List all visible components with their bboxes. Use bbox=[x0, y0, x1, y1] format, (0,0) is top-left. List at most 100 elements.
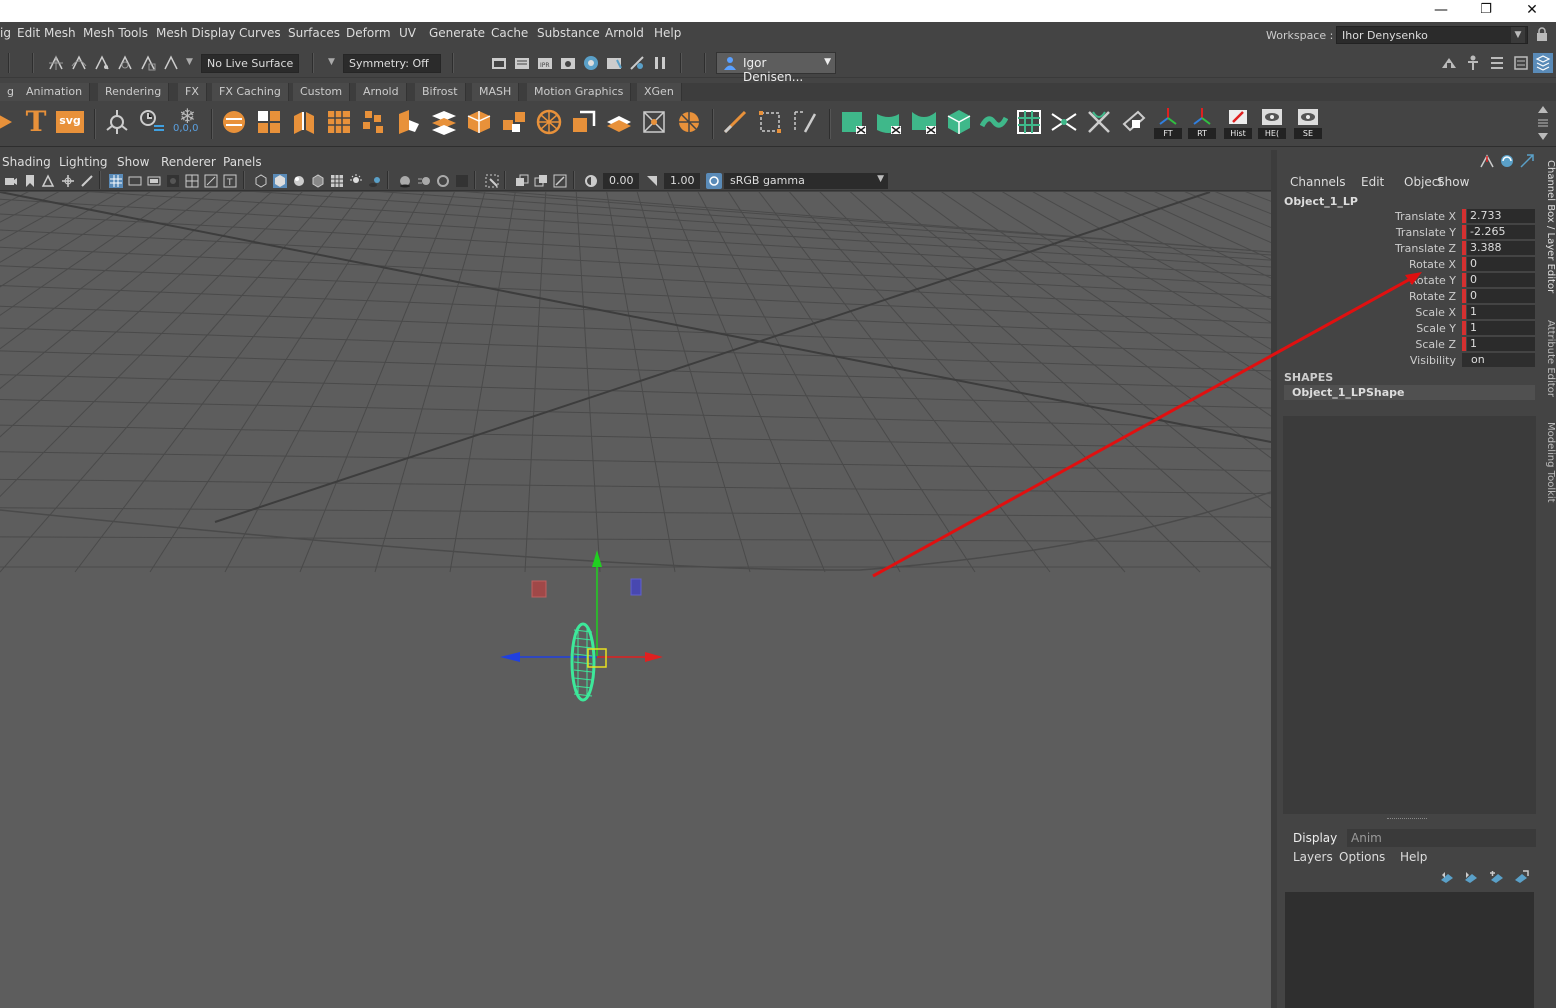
panel-menu-lighting[interactable]: Lighting bbox=[59, 155, 108, 169]
make-live-icon[interactable] bbox=[162, 54, 180, 72]
mash-visibility-icon[interactable] bbox=[465, 108, 493, 136]
menu-deform[interactable]: Deform bbox=[346, 26, 391, 40]
shadows-icon[interactable] bbox=[368, 174, 382, 188]
script-editor-shelf-button[interactable]: SE bbox=[1293, 106, 1323, 140]
attr-row-translate-z[interactable]: Translate Z 3.388 bbox=[1277, 240, 1539, 256]
default-material-icon[interactable] bbox=[292, 174, 306, 188]
menu-cache[interactable]: Cache bbox=[491, 26, 528, 40]
mash-network-icon[interactable] bbox=[103, 108, 131, 136]
wireframe-on-shaded-icon[interactable] bbox=[311, 174, 325, 188]
hypershade-icon[interactable] bbox=[582, 54, 600, 72]
live-surface-field[interactable]: No Live Surface bbox=[201, 54, 299, 73]
attr-row-translate-x[interactable]: Translate X 2.733 bbox=[1277, 208, 1539, 224]
xray-joints-icon[interactable] bbox=[553, 174, 567, 188]
snap-to-curve-icon[interactable] bbox=[70, 54, 88, 72]
mash-offset-icon[interactable] bbox=[290, 108, 318, 136]
cb-menu-channels[interactable]: Channels bbox=[1290, 175, 1346, 189]
float-panel-icon[interactable] bbox=[1519, 153, 1535, 169]
layer-list[interactable] bbox=[1285, 892, 1534, 1008]
modeling-toolkit-toggle-icon[interactable] bbox=[1440, 54, 1458, 72]
show-channel-box-icon[interactable] bbox=[1479, 153, 1495, 169]
menu-mesh-display[interactable]: Mesh Display bbox=[156, 26, 236, 40]
mash-transform-icon[interactable] bbox=[395, 108, 423, 136]
render-current-frame-icon[interactable] bbox=[490, 54, 508, 72]
chevron-down-icon[interactable]: ▼ bbox=[186, 57, 193, 67]
panel-menu-shading[interactable]: Shading bbox=[2, 155, 51, 169]
tab-anim[interactable]: Anim bbox=[1341, 829, 1392, 847]
attr-value-field[interactable]: 0 bbox=[1467, 257, 1535, 271]
new-empty-layer-icon[interactable] bbox=[1489, 870, 1505, 884]
shelf-tab-bifrost[interactable]: Bifrost bbox=[415, 83, 466, 101]
shelf-tab-xgen[interactable]: XGen bbox=[637, 83, 682, 101]
attr-value-field[interactable]: 0 bbox=[1467, 289, 1535, 303]
chevron-down-icon[interactable]: ▼ bbox=[328, 57, 335, 67]
panel-menu-renderer[interactable]: Renderer bbox=[161, 155, 216, 169]
bounding-box-icon[interactable] bbox=[756, 108, 784, 136]
shelf-tab-fx-caching[interactable]: FX Caching bbox=[212, 83, 289, 101]
depth-of-field-icon[interactable] bbox=[455, 174, 469, 188]
motion-blur-icon[interactable] bbox=[417, 174, 431, 188]
camera-attributes-icon[interactable] bbox=[61, 174, 75, 188]
color-management-icon[interactable] bbox=[706, 173, 722, 189]
safe-action-icon[interactable] bbox=[204, 174, 218, 188]
side-tab-modeling-toolkit[interactable]: Modeling Toolkit bbox=[1539, 422, 1556, 503]
shelf-scroll-icon[interactable] bbox=[1536, 103, 1550, 143]
menu-rigging[interactable]: ig bbox=[0, 26, 11, 40]
film-gate-icon[interactable] bbox=[128, 174, 142, 188]
xray-active-components-icon[interactable] bbox=[534, 174, 548, 188]
side-tab-channel-box[interactable]: Channel Box / Layer Editor bbox=[1539, 160, 1556, 293]
close-button[interactable]: ✕ bbox=[1509, 0, 1555, 22]
menu-mesh-tools[interactable]: Mesh Tools bbox=[83, 26, 148, 40]
shelf-tab-custom[interactable]: Custom bbox=[293, 83, 351, 101]
symmetry-field[interactable]: Symmetry: Off bbox=[343, 54, 441, 73]
snap-to-point-icon[interactable] bbox=[93, 54, 111, 72]
shelf-tab-animation[interactable]: Animation bbox=[19, 83, 91, 101]
exposure-field[interactable]: 0.00 bbox=[603, 173, 639, 189]
anti-aliasing-icon[interactable] bbox=[436, 174, 450, 188]
perspective-viewport[interactable] bbox=[0, 192, 1271, 1008]
cb-menu-show[interactable]: Show bbox=[1437, 175, 1469, 189]
snap-to-projected-center-icon[interactable] bbox=[116, 54, 134, 72]
layer-menu-layers[interactable]: Layers bbox=[1293, 850, 1333, 864]
gamma-icon[interactable] bbox=[645, 174, 659, 188]
channel-box-toggle-icon[interactable] bbox=[1533, 53, 1553, 73]
mash-time-icon[interactable] bbox=[138, 108, 166, 136]
history-shelf-button[interactable]: Hist bbox=[1223, 106, 1253, 140]
mash-dynamics-icon[interactable] bbox=[675, 108, 703, 136]
arnold-render-icon[interactable] bbox=[628, 54, 646, 72]
right-view-shelf-button[interactable]: RT bbox=[1187, 106, 1217, 140]
menu-help[interactable]: Help bbox=[654, 26, 681, 40]
attr-value-field[interactable]: 3.388 bbox=[1467, 241, 1535, 255]
layer-menu-options[interactable]: Options bbox=[1339, 850, 1385, 864]
attr-row-rotate-y[interactable]: Rotate Y 0 bbox=[1277, 272, 1539, 288]
layer-menu-help[interactable]: Help bbox=[1400, 850, 1427, 864]
exposure-icon[interactable] bbox=[584, 174, 598, 188]
hypergraph-shelf-button[interactable]: HE( bbox=[1257, 106, 1287, 140]
attr-value-field[interactable]: 0 bbox=[1467, 273, 1535, 287]
attribute-editor-toggle-icon[interactable] bbox=[1488, 54, 1506, 72]
shelf-tab-mash[interactable]: MASH bbox=[472, 83, 520, 101]
resolution-gate-icon[interactable] bbox=[147, 174, 161, 188]
grid-toggle-icon[interactable] bbox=[109, 174, 123, 188]
svg-tool-icon[interactable]: svg bbox=[56, 111, 84, 133]
restore-button[interactable]: ❐ bbox=[1463, 0, 1509, 22]
chain-link-icon[interactable] bbox=[1120, 108, 1148, 136]
green-cluster-icon[interactable] bbox=[1050, 108, 1078, 136]
shelf-tab-arnold[interactable]: Arnold bbox=[356, 83, 407, 101]
attr-row-scale-x[interactable]: Scale X 1 bbox=[1277, 304, 1539, 320]
mash-grid-icon[interactable] bbox=[325, 108, 353, 136]
textured-icon[interactable] bbox=[330, 174, 344, 188]
mash-signal-icon[interactable] bbox=[570, 108, 598, 136]
render-sequence-icon[interactable] bbox=[513, 54, 531, 72]
mash-arrow-icon[interactable] bbox=[0, 108, 20, 136]
attr-row-scale-y[interactable]: Scale Y 1 bbox=[1277, 320, 1539, 336]
xray-icon[interactable] bbox=[515, 174, 529, 188]
isolate-select-icon[interactable] bbox=[485, 174, 499, 188]
attr-value-field[interactable]: on bbox=[1462, 353, 1535, 367]
render-view-icon[interactable] bbox=[605, 54, 623, 72]
lock-camera-icon[interactable] bbox=[41, 174, 55, 188]
side-tab-attribute-editor[interactable]: Attribute Editor bbox=[1539, 320, 1556, 397]
front-view-shelf-button[interactable]: FT bbox=[1153, 106, 1183, 140]
shelf-tab-motion-graphics[interactable]: Motion Graphics bbox=[527, 83, 632, 101]
wireframe-icon[interactable] bbox=[254, 174, 268, 188]
